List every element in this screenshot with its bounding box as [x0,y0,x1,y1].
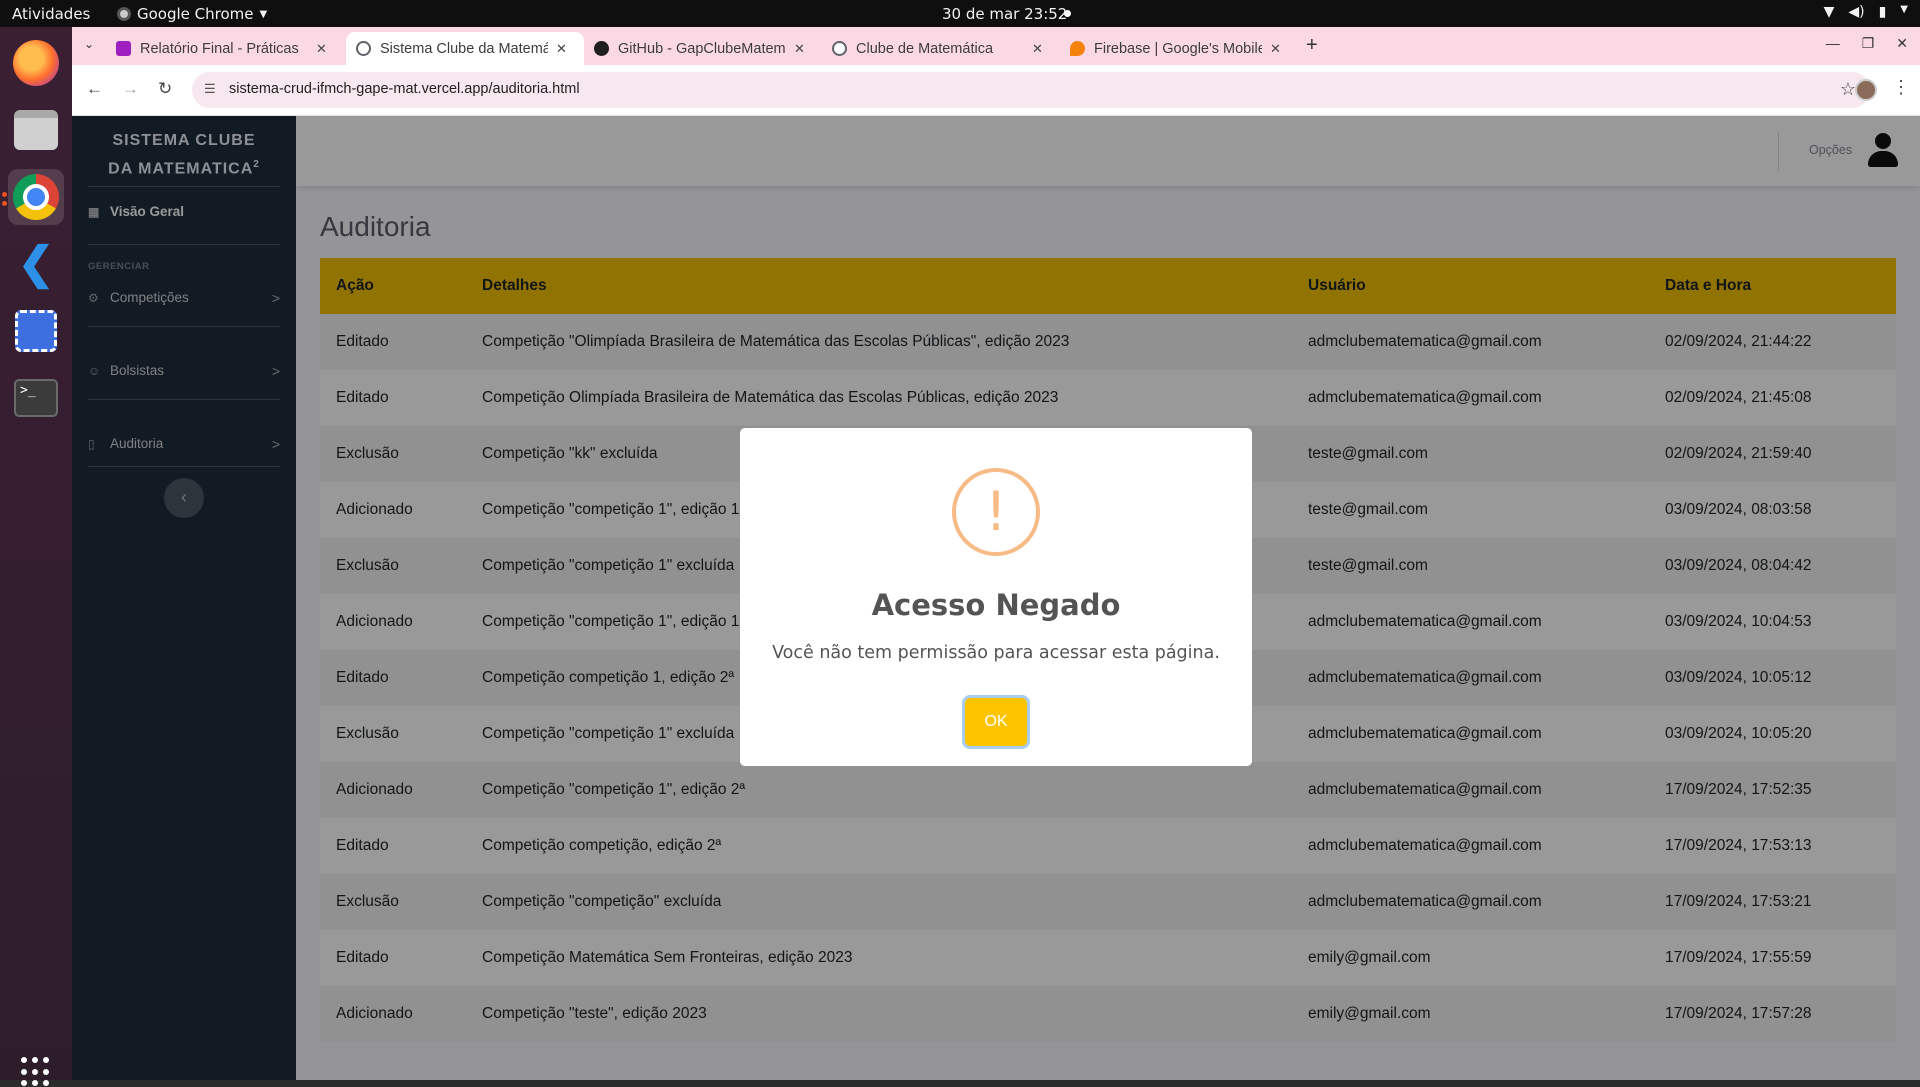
tab-title: GitHub - GapClubeMatemática [618,40,786,57]
close-window-icon[interactable]: ✕ [1896,35,1908,52]
url-text: sistema-crud-ifmch-gape-mat.vercel.app/a… [229,81,580,97]
files-icon [14,110,58,150]
tab-title: Firebase | Google's Mobile [1094,40,1262,57]
dock-vscode[interactable]: ❮ [8,236,64,292]
chrome-icon [13,174,59,220]
app-menu[interactable]: Google Chrome ▼ [117,5,267,23]
caret-down-icon: ▼ [259,8,268,20]
firebase-icon [1070,41,1085,56]
access-denied-dialog: ! Acesso Negado Você não tem permissão p… [740,428,1252,766]
close-icon[interactable]: ✕ [1032,41,1043,57]
dock-chrome[interactable] [8,169,64,225]
tab-strip: ⌄ Relatório Final - Práticas ✕ Sistema C… [72,27,1920,65]
close-icon[interactable]: ✕ [556,41,567,57]
screenshot-icon [15,310,57,352]
tray-caret-icon: ▼ [1900,4,1908,15]
tab-sistema[interactable]: Sistema Clube da Matemática ✕ [346,32,584,65]
globe-icon [832,41,847,56]
close-icon[interactable]: ✕ [1270,41,1281,57]
tab-github[interactable]: GitHub - GapClubeMatemática ✕ [584,32,822,65]
tab-relatorio[interactable]: Relatório Final - Práticas ✕ [106,32,346,65]
tab-firebase[interactable]: Firebase | Google's Mobile ✕ [1060,32,1298,65]
running-indicator [2,192,7,197]
dock-files[interactable] [8,102,64,158]
show-apps-icon[interactable] [21,1057,51,1087]
ok-button[interactable]: OK [965,698,1027,746]
minimize-icon[interactable]: — [1826,35,1840,52]
activities-button[interactable]: Atividades [12,5,90,23]
app-menu-label: Google Chrome [137,5,254,23]
address-bar[interactable]: ☰ sistema-crud-ifmch-gape-mat.vercel.app… [192,72,1870,108]
window-controls: — ❐ ✕ [1826,35,1908,52]
close-icon[interactable]: ✕ [794,41,805,57]
firefox-icon [13,40,59,86]
tab-title: Sistema Clube da Matemática [380,40,548,57]
chrome-small-icon [117,7,131,21]
reload-icon[interactable]: ↻ [158,79,172,99]
warning-icon: ! [952,468,1040,556]
docs-icon [116,41,131,56]
system-top-bar: Atividades Google Chrome ▼ 30 de mar 23:… [0,0,1920,27]
dock-terminal[interactable]: >_ [8,370,64,426]
restore-icon[interactable]: ❐ [1862,35,1875,52]
menu-kebab-icon[interactable]: ⋮ [1892,77,1910,98]
github-icon [594,41,609,56]
volume-icon: ◀) [1848,4,1865,20]
web-page: SISTEMA CLUBE DA MATEMATICA2 ▦ Visão Ger… [72,116,1920,1080]
dialog-message: Você não tem permissão para acessar esta… [772,643,1220,663]
site-info-icon[interactable]: ☰ [204,81,216,97]
clock[interactable]: 30 de mar 23:52 [942,5,1067,23]
globe-icon [356,41,371,56]
tab-search-icon[interactable]: ⌄ [84,37,94,51]
terminal-icon: >_ [14,379,58,417]
bookmark-star-icon[interactable]: ☆ [1840,79,1856,100]
profile-avatar[interactable] [1855,79,1877,101]
notification-dot [1064,10,1071,17]
dock-screenshot[interactable] [8,303,64,359]
tab-clube[interactable]: Clube de Matemática ✕ [822,32,1060,65]
dialog-title: Acesso Negado [871,588,1121,622]
tab-title: Clube de Matemática [856,40,994,57]
forward-icon[interactable]: → [122,79,139,99]
battery-icon: ▮ [1878,4,1887,20]
new-tab-icon[interactable]: + [1306,34,1318,57]
browser-toolbar: ← → ↻ ☰ sistema-crud-ifmch-gape-mat.verc… [72,65,1920,116]
browser-window: ⌄ Relatório Final - Práticas ✕ Sistema C… [72,27,1920,1080]
system-tray[interactable]: ▼ ◀) ▮ ▼ [1824,4,1908,20]
tab-title: Relatório Final - Práticas [140,40,299,57]
wifi-icon: ▼ [1823,4,1835,20]
back-icon[interactable]: ← [86,79,103,99]
running-indicator [2,201,7,206]
dock-firefox[interactable] [8,35,64,91]
dock: ❮ >_ [0,27,72,1087]
close-icon[interactable]: ✕ [316,41,327,57]
vscode-icon: ❮ [17,239,55,288]
